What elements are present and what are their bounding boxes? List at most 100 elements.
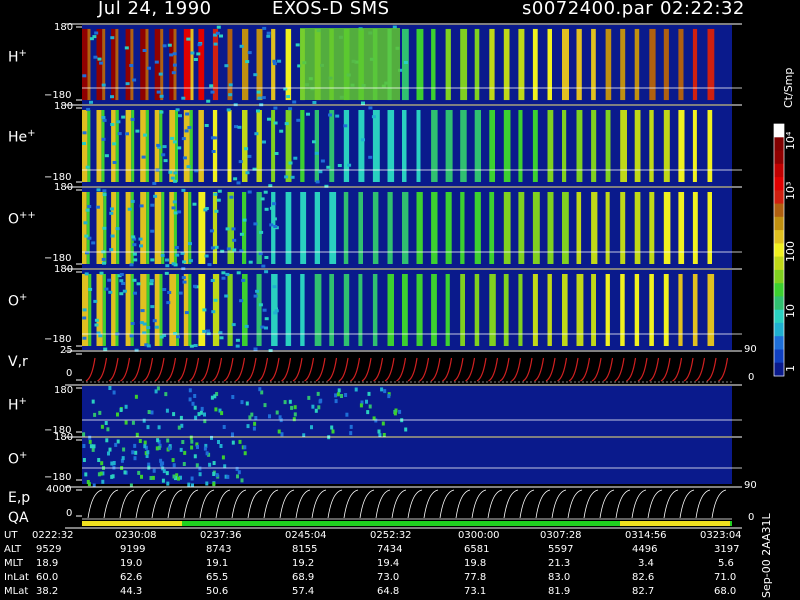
spectro-noise — [199, 410, 203, 415]
spectro-noise — [240, 400, 244, 405]
spectro-noise — [226, 474, 230, 479]
spectro-noise — [248, 260, 253, 264]
spectro-band — [140, 110, 146, 182]
spectro-band — [620, 274, 625, 346]
colorbar-swatch — [774, 177, 784, 191]
spectro-noise — [238, 439, 242, 444]
spectro-noise — [273, 106, 278, 110]
spectro-band — [474, 110, 481, 182]
spectro-band — [358, 110, 365, 182]
spectro-noise — [110, 234, 115, 238]
spectro-band — [82, 110, 88, 182]
colorbar-swatch — [774, 216, 784, 231]
spectro-noise — [393, 411, 397, 416]
spectro-band — [532, 274, 538, 346]
spectro-noise — [213, 298, 218, 302]
spectro-noise — [202, 308, 207, 312]
spectro-noise — [101, 116, 106, 119]
spectro-noise — [190, 445, 194, 450]
panel-bg-7 — [82, 488, 732, 520]
spectro-band — [387, 110, 395, 182]
colorbar-swatch — [774, 349, 784, 364]
spectro-band — [402, 192, 409, 264]
spectro-noise — [368, 404, 372, 409]
tick-p0-bottom: −180 — [44, 90, 72, 101]
spectro-noise — [359, 403, 363, 408]
spectro-noise — [88, 435, 92, 440]
spectro-noise — [212, 461, 216, 465]
spectro-noise — [125, 132, 129, 136]
spectro-noise — [318, 170, 323, 174]
spectro-noise — [247, 190, 252, 194]
spectro-noise — [206, 99, 211, 103]
spectro-noise — [178, 291, 183, 295]
spectro-noise — [264, 207, 269, 211]
spectro-noise — [139, 204, 144, 208]
spectro-noise — [175, 108, 180, 112]
spectro-noise — [164, 271, 169, 275]
spectro-noise — [290, 405, 294, 410]
spectro-noise — [139, 244, 143, 248]
spectro-band — [562, 110, 567, 182]
spectro-band — [605, 110, 611, 182]
spectro-band — [271, 110, 276, 182]
colorbar-swatch — [774, 243, 784, 258]
spectro-band — [518, 192, 525, 264]
spectro-band — [402, 110, 407, 182]
spectro-noise — [159, 335, 164, 339]
spectro-band — [387, 192, 393, 264]
spectro-noise — [159, 110, 164, 114]
ut-2: 0237:36 — [200, 530, 242, 541]
spectro-noise — [254, 416, 258, 420]
spectro-band — [343, 110, 350, 182]
spectro-noise — [82, 458, 86, 462]
spectro-noise — [129, 263, 134, 267]
spectro-noise — [91, 399, 95, 404]
spectro-band — [489, 110, 495, 182]
spectro-band — [169, 28, 174, 101]
spectro-band — [169, 274, 176, 346]
spectro-noise — [225, 272, 230, 276]
spectro-noise — [133, 443, 137, 448]
spectro-band — [591, 192, 598, 264]
spectro-noise — [98, 410, 102, 415]
panel-bg-1 — [82, 106, 732, 186]
spectro-noise — [343, 124, 348, 128]
spectro-noise — [204, 124, 209, 127]
spectro-band — [474, 192, 481, 264]
spectro-noise — [219, 336, 224, 340]
spectro-band — [140, 192, 147, 264]
spectro-noise — [178, 114, 182, 118]
version-label: Sep-00 2AA31L — [760, 513, 773, 598]
tick-p2-bottom: −180 — [44, 253, 72, 264]
spectro-band — [663, 274, 669, 346]
spectro-band — [678, 28, 684, 101]
spectro-noise — [146, 326, 151, 330]
spectro-noise — [167, 446, 171, 451]
spectro-noise — [293, 412, 297, 417]
spectro-noise — [159, 94, 164, 98]
spectro-noise — [138, 237, 143, 241]
spectro-noise — [260, 197, 265, 201]
spectro-noise — [143, 133, 148, 137]
ut-5: 0300:00 — [458, 530, 500, 541]
spectro-noise — [172, 412, 176, 417]
spectro-band — [562, 274, 568, 346]
spectro-noise — [107, 278, 112, 282]
spectro-noise — [119, 279, 124, 283]
spectro-noise — [172, 63, 177, 67]
spectro-noise — [272, 62, 277, 66]
spectro-noise — [97, 458, 101, 462]
spectrogram-chart — [65, 23, 785, 529]
spectro-noise — [142, 418, 146, 423]
spectro-noise — [154, 389, 158, 394]
spectro-noise — [262, 308, 267, 312]
spectro-noise — [173, 211, 178, 215]
spectro-band — [474, 274, 480, 346]
spectro-band — [416, 192, 423, 264]
colorbar-tick-10000: 10⁴ — [784, 131, 797, 150]
spectro-noise — [320, 159, 325, 163]
spectro-noise — [204, 254, 209, 258]
spectro-band — [198, 192, 206, 264]
spectro-noise — [288, 107, 293, 111]
